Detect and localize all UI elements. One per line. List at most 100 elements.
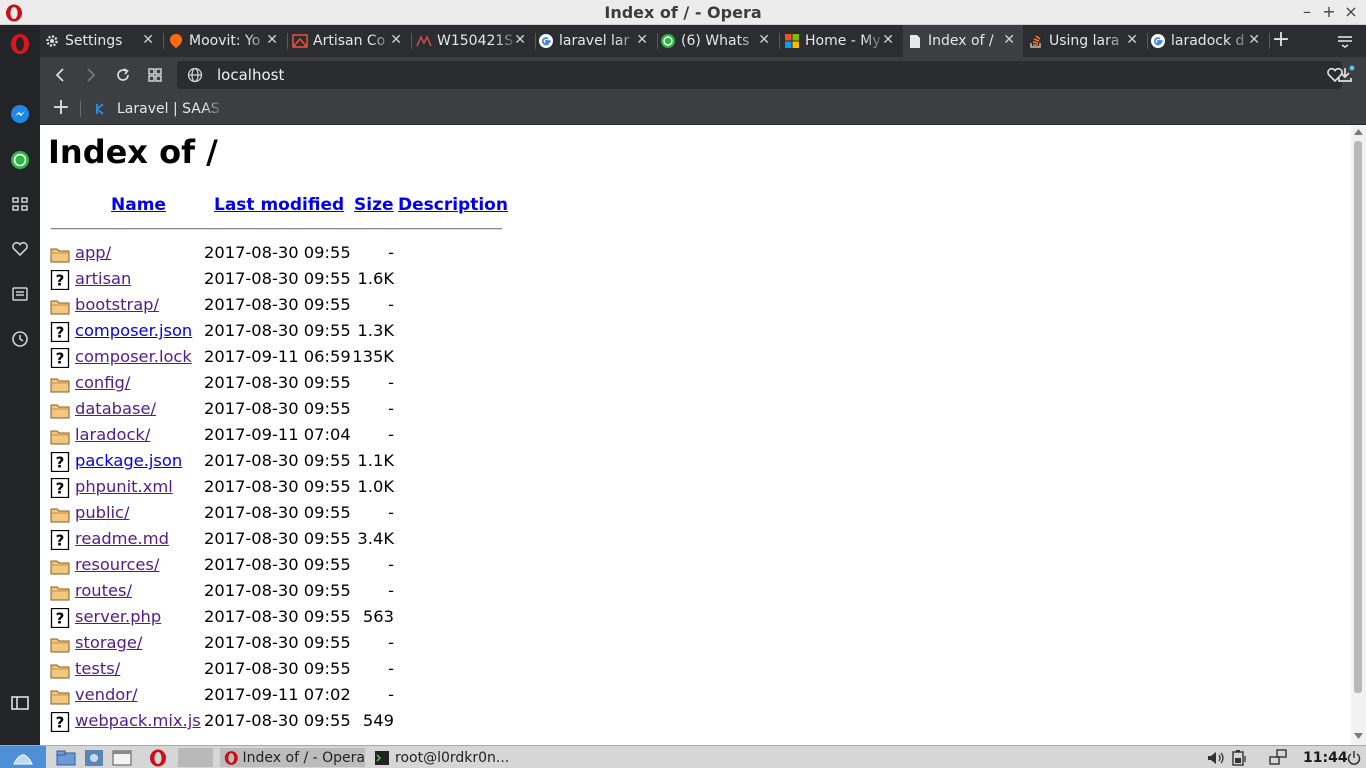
desktop-pager[interactable] bbox=[178, 748, 213, 767]
tab-menu-button[interactable] bbox=[1336, 32, 1354, 50]
tab-w150421s[interactable]: W150421S ✕ bbox=[416, 25, 534, 57]
tab-using-lara[interactable]: Using lara ✕ bbox=[1028, 25, 1146, 57]
scroll-down-icon[interactable] bbox=[1354, 733, 1363, 739]
back-button[interactable] bbox=[49, 64, 71, 86]
url-field[interactable]: localhost bbox=[177, 61, 1343, 89]
tab-label: Artisan Co bbox=[313, 33, 386, 49]
tab-moovit[interactable]: Moovit: Yo ✕ bbox=[168, 25, 286, 57]
speed-dial-button[interactable] bbox=[8, 192, 32, 216]
file-size: - bbox=[388, 399, 394, 418]
file-link[interactable]: server.php bbox=[75, 607, 161, 626]
new-tab-button[interactable]: + bbox=[1271, 29, 1291, 51]
file-link[interactable]: vendor/ bbox=[75, 685, 137, 704]
file-link[interactable]: config/ bbox=[75, 373, 130, 392]
file-date: 2017-08-30 09:55 bbox=[204, 633, 351, 652]
clock[interactable]: 11:44 bbox=[1303, 748, 1348, 767]
settings-launcher[interactable] bbox=[84, 748, 106, 767]
close-tab-icon[interactable]: ✕ bbox=[1248, 32, 1260, 48]
generic-icon bbox=[416, 33, 432, 49]
file-link[interactable]: composer.json bbox=[75, 321, 192, 340]
bookmark-separator bbox=[80, 101, 81, 117]
url-text[interactable]: localhost bbox=[217, 66, 284, 84]
column-name-link[interactable]: Name bbox=[111, 195, 166, 215]
close-tab-icon[interactable]: ✕ bbox=[1126, 32, 1138, 48]
file-link[interactable]: routes/ bbox=[75, 581, 132, 600]
vertical-scrollbar[interactable] bbox=[1351, 125, 1366, 745]
file-link[interactable]: webpack.mix.js bbox=[75, 711, 201, 730]
tab-artisan[interactable]: Artisan Co ✕ bbox=[292, 25, 410, 57]
tab-settings[interactable]: Settings ✕ bbox=[44, 25, 162, 57]
sidebar-toggle-button[interactable] bbox=[8, 691, 32, 715]
close-tab-icon[interactable]: ✕ bbox=[1003, 32, 1015, 48]
opera-menu-button[interactable] bbox=[8, 32, 32, 56]
tab-home-microsoft[interactable]: Home - My ✕ bbox=[784, 25, 902, 57]
file-link[interactable]: package.json bbox=[75, 451, 182, 470]
close-tab-icon[interactable]: ✕ bbox=[142, 32, 154, 48]
tab-laradock-google[interactable]: laradock d ✕ bbox=[1150, 25, 1268, 57]
taskbar-item-opera[interactable]: Index of / - Opera bbox=[220, 748, 365, 767]
power-button[interactable] bbox=[1346, 748, 1364, 767]
column-size-link[interactable]: Size bbox=[354, 195, 394, 215]
globe-icon bbox=[187, 67, 203, 83]
bookmark-laravel[interactable]: Laravel | SAAS U bbox=[95, 99, 225, 119]
maximize-button[interactable]: + bbox=[1319, 2, 1339, 22]
file-link[interactable]: laradock/ bbox=[75, 425, 150, 444]
network-button[interactable] bbox=[1268, 748, 1290, 767]
tab-whatsapp[interactable]: (6) Whats ✕ bbox=[660, 25, 778, 57]
tab-laravel-google[interactable]: laravel lar ✕ bbox=[538, 25, 656, 57]
messenger-button[interactable] bbox=[8, 102, 32, 126]
scroll-up-icon[interactable] bbox=[1354, 129, 1363, 135]
whatsapp-button[interactable] bbox=[8, 148, 32, 172]
history-button[interactable] bbox=[8, 327, 32, 351]
address-toolbar: localhost bbox=[40, 57, 1366, 93]
scrollbar-thumb[interactable] bbox=[1354, 141, 1362, 693]
file-link[interactable]: bootstrap/ bbox=[75, 295, 159, 314]
close-tab-icon[interactable]: ✕ bbox=[882, 32, 894, 48]
minimize-button[interactable]: – bbox=[1297, 2, 1317, 22]
file-link[interactable]: resources/ bbox=[75, 555, 159, 574]
start-menu-button[interactable] bbox=[0, 746, 46, 768]
file-row: tests/2017-08-30 09:55 - bbox=[50, 656, 530, 682]
taskbar-item-terminal[interactable]: root@l0rdkr0n... bbox=[371, 748, 521, 767]
file-link[interactable]: phpunit.xml bbox=[75, 477, 173, 496]
battery-button[interactable] bbox=[1230, 748, 1252, 767]
tab-label: Home - My bbox=[805, 33, 881, 49]
close-window-button[interactable]: × bbox=[1341, 2, 1361, 22]
column-description-link[interactable]: Description bbox=[398, 195, 508, 215]
close-tab-icon[interactable]: ✕ bbox=[636, 32, 648, 48]
window-launcher[interactable] bbox=[112, 748, 134, 767]
close-tab-icon[interactable]: ✕ bbox=[514, 32, 526, 48]
file-link[interactable]: tests/ bbox=[75, 659, 120, 678]
tab-separator bbox=[163, 33, 164, 49]
file-manager-launcher[interactable] bbox=[56, 748, 78, 767]
bookmarks-button[interactable] bbox=[8, 237, 32, 261]
close-tab-icon[interactable]: ✕ bbox=[758, 32, 770, 48]
close-tab-icon[interactable]: ✕ bbox=[390, 32, 402, 48]
tab-index-of[interactable]: Index of / ✕ bbox=[903, 25, 1023, 57]
reload-button[interactable] bbox=[112, 64, 134, 86]
file-link[interactable]: storage/ bbox=[75, 633, 142, 652]
file-row: ? composer.json 2017-08-30 09:55 1.3K bbox=[50, 318, 530, 344]
downloads-button[interactable] bbox=[1336, 65, 1356, 85]
file-link[interactable]: readme.md bbox=[75, 529, 169, 548]
file-link[interactable]: database/ bbox=[75, 399, 156, 418]
google-icon bbox=[1150, 33, 1166, 49]
file-size: 135K bbox=[352, 347, 394, 366]
file-link[interactable]: app/ bbox=[75, 243, 111, 262]
column-last-modified-link[interactable]: Last modified bbox=[214, 195, 344, 215]
news-button[interactable] bbox=[8, 282, 32, 306]
file-link[interactable]: composer.lock bbox=[75, 347, 192, 366]
taskbar: Index of / - Opera root@l0rdkr0n... 11:4… bbox=[0, 745, 1366, 768]
opera-launcher[interactable] bbox=[143, 748, 173, 767]
svg-text:?: ? bbox=[56, 350, 65, 368]
file-link[interactable]: artisan bbox=[75, 269, 131, 288]
file-row: routes/2017-08-30 09:55 - bbox=[50, 578, 530, 604]
close-tab-icon[interactable]: ✕ bbox=[266, 32, 278, 48]
add-bookmark-button[interactable]: + bbox=[51, 97, 71, 119]
tab-overview-button[interactable] bbox=[144, 64, 166, 86]
file-link[interactable]: public/ bbox=[75, 503, 129, 522]
start-menu-icon bbox=[13, 754, 33, 765]
forward-button[interactable] bbox=[80, 64, 102, 86]
volume-button[interactable] bbox=[1206, 748, 1228, 767]
file-row: public/2017-08-30 09:55 - bbox=[50, 500, 530, 526]
